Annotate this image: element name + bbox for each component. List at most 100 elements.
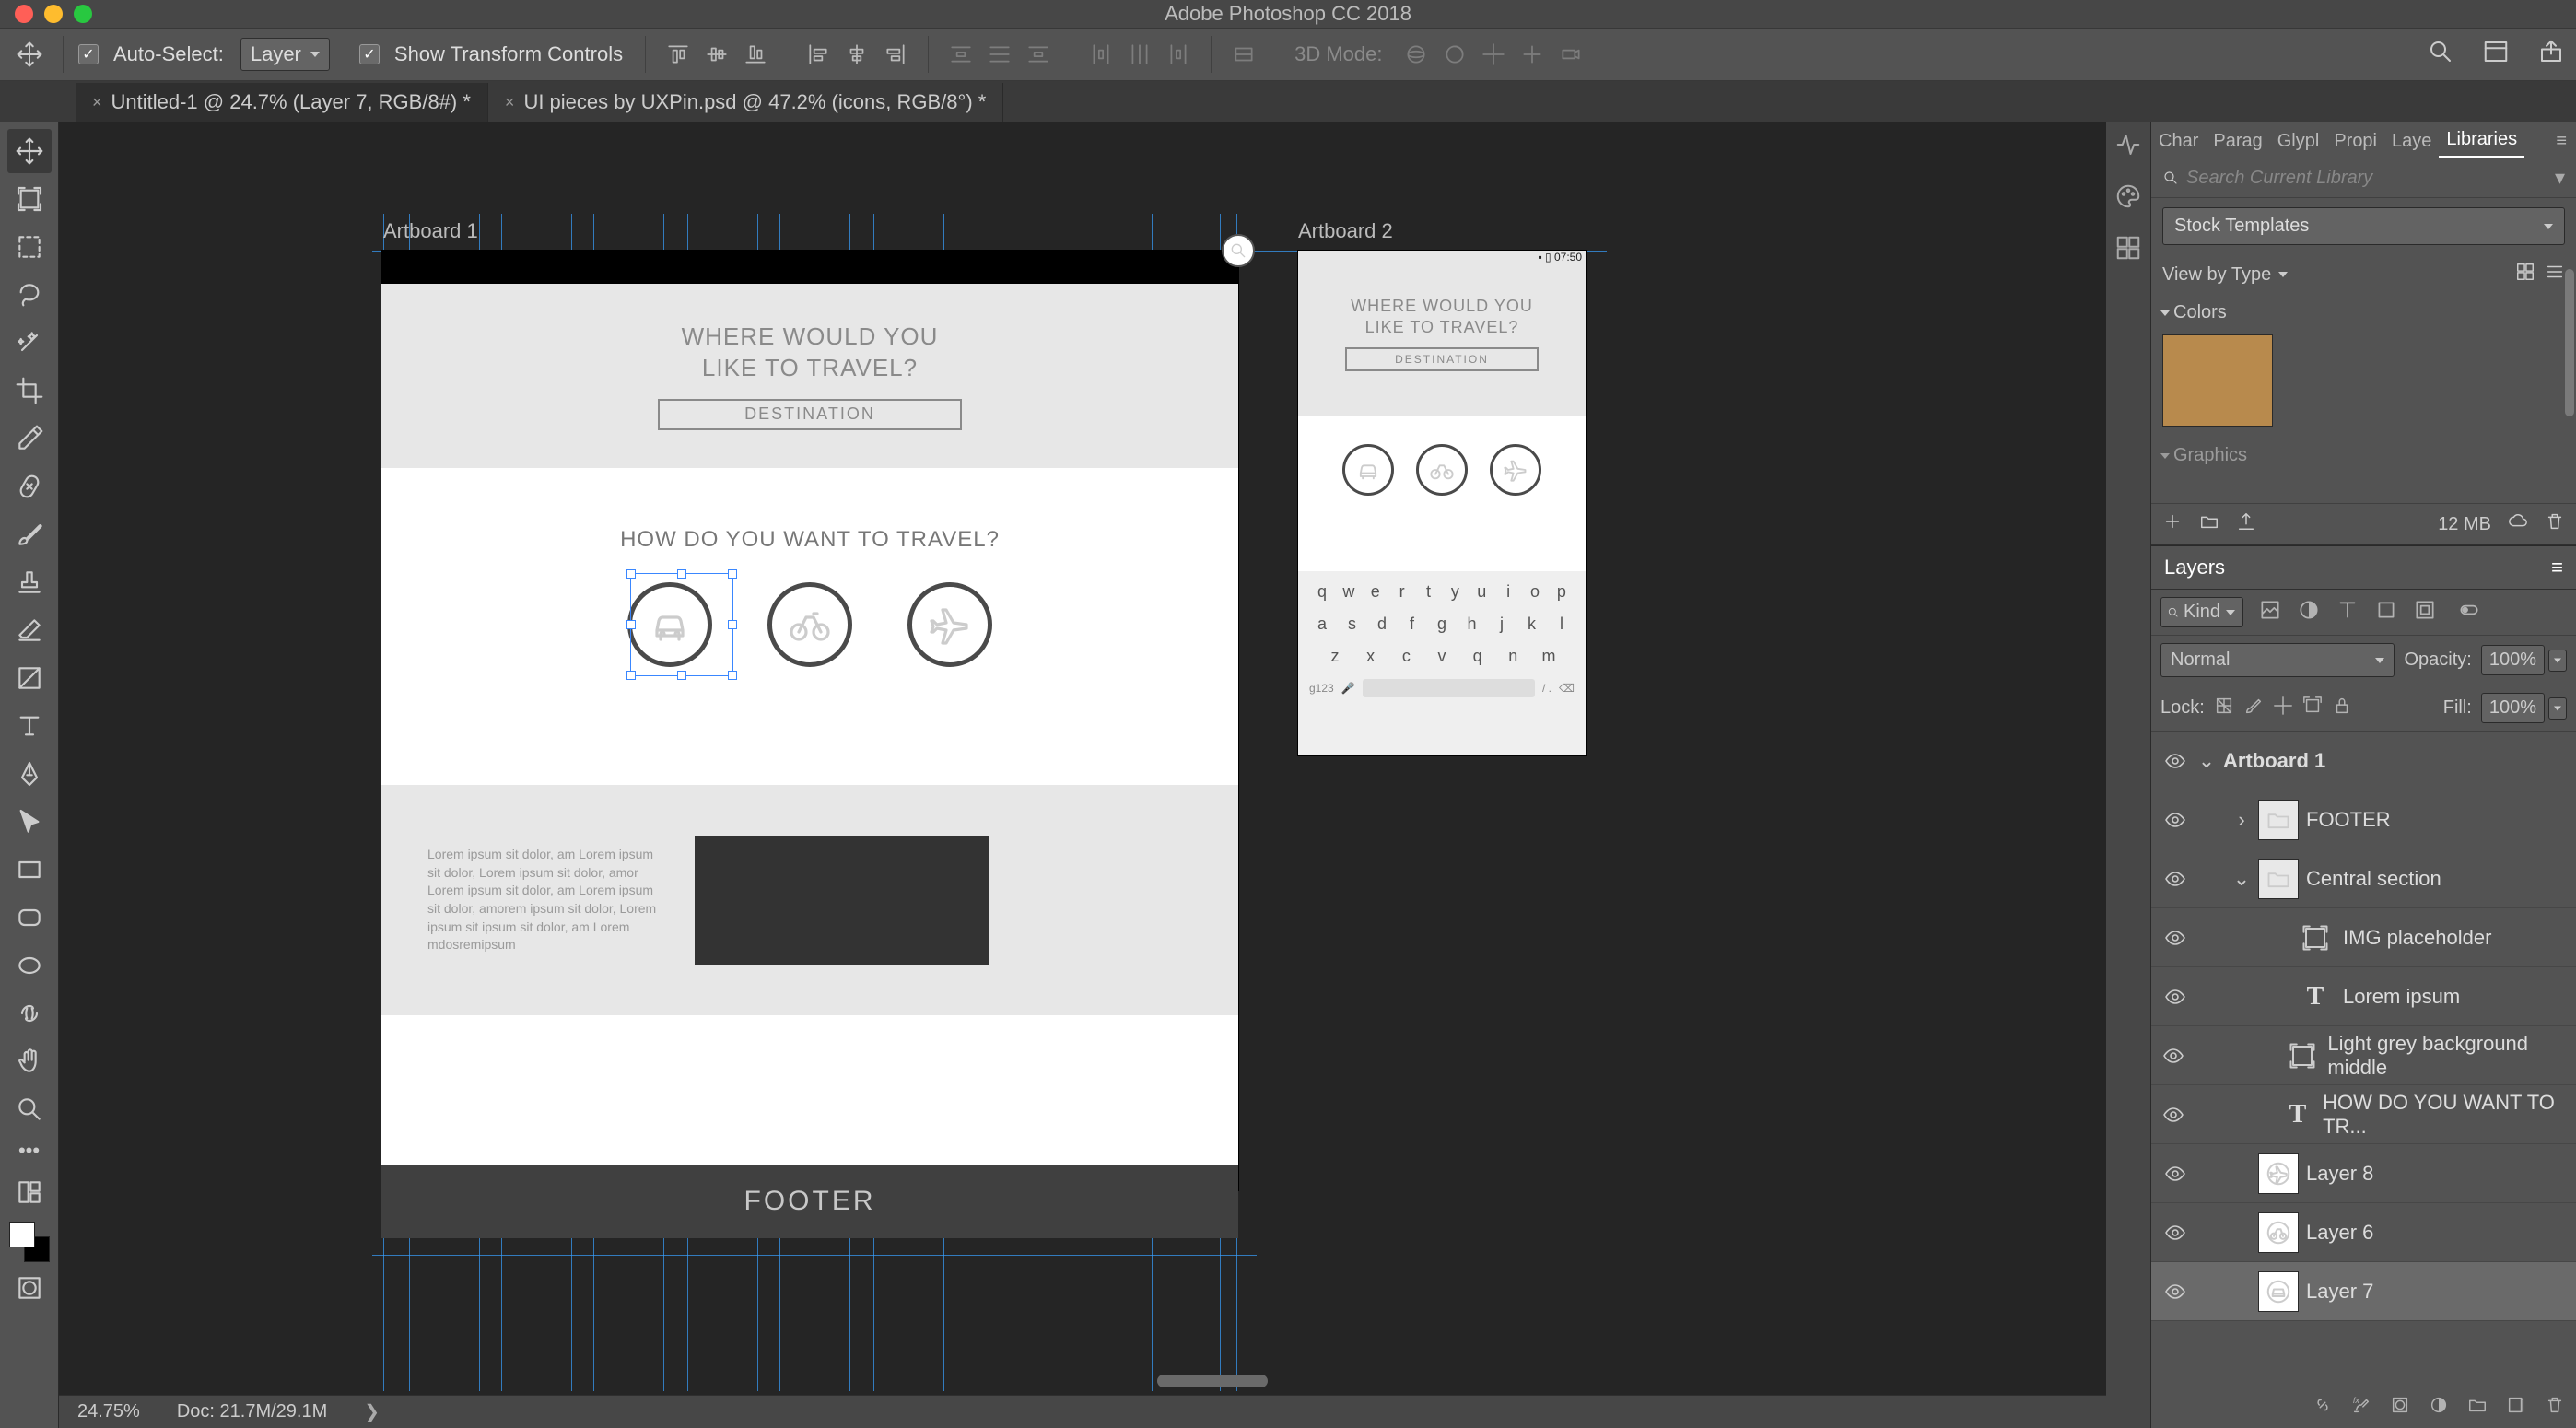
visibility-eye-icon[interactable] xyxy=(2160,1163,2190,1185)
lock-artboard-icon[interactable] xyxy=(2302,696,2323,721)
panel-tab-char[interactable]: Char xyxy=(2151,125,2206,158)
layer-list[interactable]: ⌄Artboard 1›FOOTER⌄Central sectionIMG pl… xyxy=(2151,732,2576,1387)
filter-pixel-icon[interactable] xyxy=(2258,598,2282,627)
custom-shape-tool[interactable] xyxy=(7,991,52,1036)
visibility-eye-icon[interactable] xyxy=(2160,986,2190,1008)
artboard-1-label[interactable]: Artboard 1 xyxy=(383,219,478,243)
panel-tab-glyph[interactable]: Glypl xyxy=(2270,125,2327,158)
artboard-2-label[interactable]: Artboard 2 xyxy=(1298,219,1393,243)
type-tool[interactable] xyxy=(7,704,52,748)
distribute-hcenter-icon[interactable] xyxy=(1122,39,1157,70)
history-panel-icon[interactable] xyxy=(2114,131,2142,164)
horizontal-scrollbar[interactable] xyxy=(335,1375,1830,1389)
align-right-icon[interactable] xyxy=(878,39,913,70)
visibility-eye-icon[interactable] xyxy=(2160,750,2190,772)
align-top-icon[interactable] xyxy=(661,39,696,70)
edit-toolbar-icon[interactable] xyxy=(7,1170,52,1214)
add-mask-icon[interactable] xyxy=(2390,1395,2410,1421)
close-tab-icon[interactable]: × xyxy=(92,93,102,112)
arrange-docs-icon[interactable] xyxy=(2482,38,2510,71)
layer-row[interactable]: Layer 8 xyxy=(2151,1144,2576,1203)
search-scope-dropdown-icon[interactable]: ▾ xyxy=(2555,166,2565,190)
library-selector[interactable]: Stock Templates xyxy=(2162,207,2565,245)
visibility-eye-icon[interactable] xyxy=(2160,1104,2186,1126)
add-adjustment-icon[interactable] xyxy=(2429,1395,2449,1421)
healing-brush-tool[interactable] xyxy=(7,464,52,509)
layer-row[interactable]: Light grey background middle xyxy=(2151,1026,2576,1085)
magnify-icon[interactable] xyxy=(1222,234,1255,267)
maximize-window-icon[interactable] xyxy=(74,5,92,23)
filter-kind-dropdown[interactable]: Kind xyxy=(2160,597,2243,627)
align-bottom-icon[interactable] xyxy=(738,39,773,70)
graphics-section-header[interactable]: Graphics xyxy=(2151,438,2576,474)
align-hcenter-icon[interactable] xyxy=(839,39,874,70)
color-panel-icon[interactable] xyxy=(2114,182,2142,216)
add-group-icon[interactable] xyxy=(2467,1395,2488,1421)
distribute-bottom-icon[interactable] xyxy=(1021,39,1056,70)
visibility-eye-icon[interactable] xyxy=(2160,809,2190,831)
visibility-eye-icon[interactable] xyxy=(2160,1281,2190,1303)
transform-bounding-box[interactable] xyxy=(630,573,733,676)
artboard-2[interactable]: ▪ ▯ 07:50 WHERE WOULD YOU LIKE TO TRAVEL… xyxy=(1298,251,1586,755)
cloud-sync-icon[interactable] xyxy=(2508,511,2528,537)
brush-tool[interactable] xyxy=(7,512,52,556)
filter-smart-icon[interactable] xyxy=(2413,598,2437,627)
colors-section-header[interactable]: Colors xyxy=(2151,295,2576,331)
trash-icon[interactable] xyxy=(2545,511,2565,537)
layer-row[interactable]: ⌄Artboard 1 xyxy=(2151,732,2576,790)
quickmask-tool[interactable] xyxy=(7,1266,52,1310)
distribute-top-icon[interactable] xyxy=(943,39,978,70)
visibility-eye-icon[interactable] xyxy=(2160,927,2190,949)
panel-tab-layer[interactable]: Laye xyxy=(2384,125,2439,158)
layer-row[interactable]: THOW DO YOU WANT TO TR... xyxy=(2151,1085,2576,1144)
distribute-vcenter-icon[interactable] xyxy=(982,39,1017,70)
hand-tool[interactable] xyxy=(7,1039,52,1083)
show-transform-checkbox[interactable] xyxy=(359,44,380,64)
artboard-1[interactable]: WHERE WOULD YOU LIKE TO TRAVEL? DESTINAT… xyxy=(381,251,1238,1190)
path-select-tool[interactable] xyxy=(7,800,52,844)
add-asset-icon[interactable] xyxy=(2162,511,2183,537)
filter-adjust-icon[interactable] xyxy=(2297,598,2321,627)
layer-row[interactable]: ⌄Central section xyxy=(2151,849,2576,908)
lock-all-icon[interactable] xyxy=(2332,696,2352,721)
auto-select-checkbox[interactable] xyxy=(78,44,99,64)
layers-panel-menu-icon[interactable]: ≡ xyxy=(2551,556,2563,579)
color-swatch[interactable] xyxy=(2162,334,2273,427)
layer-row[interactable]: TLorem ipsum xyxy=(2151,967,2576,1026)
handle-mr[interactable] xyxy=(728,620,737,629)
filter-shape-icon[interactable] xyxy=(2374,598,2398,627)
filter-toggle-icon[interactable] xyxy=(2457,598,2481,627)
gradient-tool[interactable] xyxy=(7,656,52,700)
swatches-panel-icon[interactable] xyxy=(2114,234,2142,267)
eyedropper-tool[interactable] xyxy=(7,416,52,461)
close-window-icon[interactable] xyxy=(15,5,33,23)
search-icon[interactable] xyxy=(2427,38,2454,71)
rounded-rect-tool[interactable] xyxy=(7,895,52,940)
layer-row[interactable]: IMG placeholder xyxy=(2151,908,2576,967)
blend-mode-dropdown[interactable]: Normal xyxy=(2160,643,2395,677)
share-icon[interactable] xyxy=(2537,38,2565,71)
visibility-eye-icon[interactable] xyxy=(2160,1045,2187,1067)
layer-row[interactable]: Layer 7 xyxy=(2151,1262,2576,1321)
align-vcenter-icon[interactable] xyxy=(699,39,734,70)
more-tools-icon[interactable]: ••• xyxy=(18,1139,40,1163)
lock-transparent-icon[interactable] xyxy=(2214,696,2234,721)
magic-wand-tool[interactable] xyxy=(7,321,52,365)
panel-tab-prop[interactable]: Propi xyxy=(2326,125,2384,158)
library-search-input[interactable] xyxy=(2186,168,2547,189)
handle-tr[interactable] xyxy=(728,569,737,579)
distribute-left-icon[interactable] xyxy=(1083,39,1118,70)
marquee-tool[interactable] xyxy=(7,225,52,269)
zoom-level[interactable]: 24.75% xyxy=(77,1401,140,1422)
pen-tool[interactable] xyxy=(7,752,52,796)
handle-br[interactable] xyxy=(728,671,737,680)
opacity-input[interactable]: 100% xyxy=(2481,645,2567,675)
ellipse-tool[interactable] xyxy=(7,943,52,988)
artboard-tool[interactable] xyxy=(7,177,52,221)
layer-row[interactable]: Layer 6 xyxy=(2151,1203,2576,1262)
canvas-area[interactable]: Artboard 1 Artboard 2 WHERE WOULD YOU LI… xyxy=(59,122,2106,1428)
stamp-tool[interactable] xyxy=(7,560,52,604)
move-tool-icon[interactable] xyxy=(11,36,48,73)
align-left-icon[interactable] xyxy=(801,39,836,70)
handle-bm[interactable] xyxy=(677,671,686,680)
